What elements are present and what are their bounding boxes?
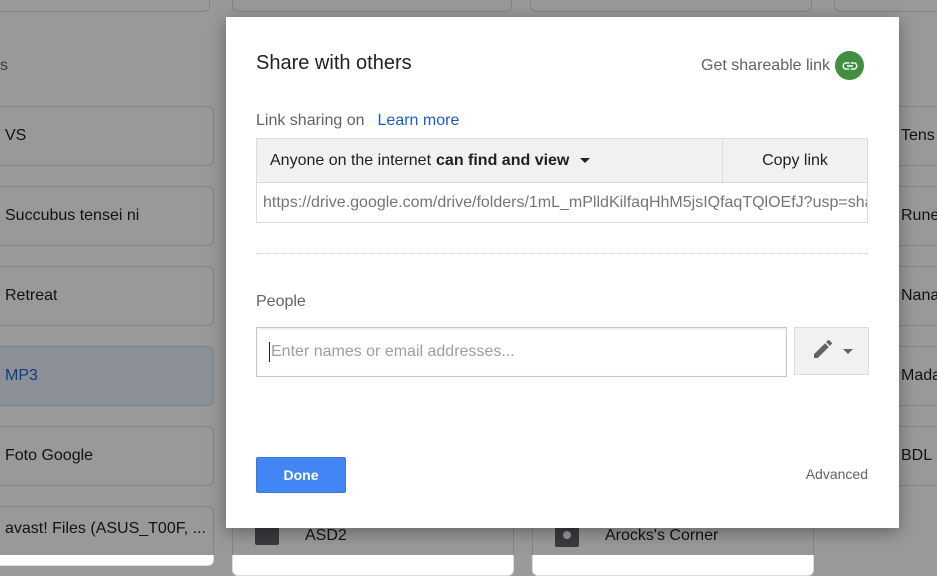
people-input[interactable]: Enter names or email addresses... <box>256 327 787 377</box>
permission-level-text: can find and view <box>436 151 570 169</box>
learn-more-link[interactable]: Learn more <box>378 112 460 130</box>
link-icon[interactable] <box>835 51 864 80</box>
link-permission-dropdown[interactable]: Anyone on the internet can find and view <box>257 139 723 182</box>
section-divider <box>256 253 868 254</box>
link-permission-bar: Anyone on the internet can find and view… <box>256 138 868 183</box>
advanced-link[interactable]: Advanced <box>806 466 868 482</box>
text-cursor <box>269 342 270 362</box>
share-dialog: Share with others Get shareable link Lin… <box>226 17 899 528</box>
dialog-title: Share with others <box>256 52 412 74</box>
get-shareable-link-button[interactable]: Get shareable link <box>701 51 864 80</box>
share-url-field[interactable]: https://drive.google.com/drive/folders/1… <box>256 183 868 223</box>
permission-role-dropdown[interactable] <box>794 327 869 375</box>
permission-scope-text: Anyone on the internet <box>270 151 432 169</box>
pencil-icon <box>811 337 835 366</box>
copy-link-button[interactable]: Copy link <box>723 139 867 182</box>
chevron-down-icon <box>580 158 591 163</box>
chevron-down-icon <box>842 348 853 354</box>
people-label: People <box>256 293 306 310</box>
get-shareable-link-label: Get shareable link <box>701 56 830 74</box>
link-sharing-label: Link sharing on <box>256 112 365 129</box>
people-input-placeholder: Enter names or email addresses... <box>271 343 515 360</box>
done-button[interactable]: Done <box>256 457 346 493</box>
link-sharing-status: Link sharing on Learn more <box>256 112 459 130</box>
